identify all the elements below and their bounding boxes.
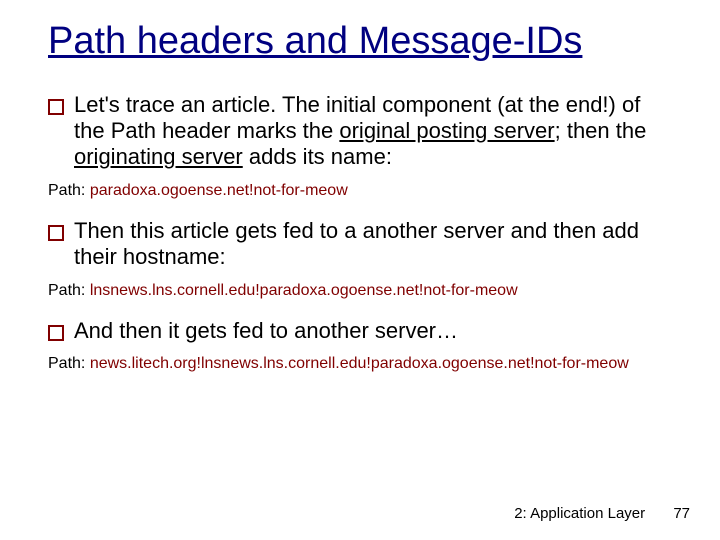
path-value-1: paradoxa.ogoense.net!not-for-meow (90, 182, 348, 199)
bullet-1-mid: ; then the (555, 118, 647, 143)
footer-section: 2: Application Layer (514, 505, 645, 522)
bullet-1-text: Let's trace an article. The initial comp… (74, 92, 672, 171)
bullet-1-u1: original posting server (339, 118, 554, 143)
page-title: Path headers and Message-IDs (48, 20, 672, 64)
path-line-2: Path: lnsnews.lns.cornell.edu!paradoxa.o… (48, 281, 672, 300)
bullet-1-post: adds its name: (243, 144, 392, 169)
path-value-3: news.litech.org!lnsnews.lns.cornell.edu!… (90, 355, 629, 372)
path-label-1: Path: (48, 182, 90, 199)
path-line-3: Path: news.litech.org!lnsnews.lns.cornel… (48, 354, 672, 373)
bullet-icon (48, 325, 64, 341)
slide: Path headers and Message-IDs Let's trace… (0, 0, 720, 540)
bullet-1: Let's trace an article. The initial comp… (48, 92, 672, 171)
footer: 2: Application Layer 77 (514, 505, 690, 522)
path-line-1: Path: paradoxa.ogoense.net!not-for-meow (48, 181, 672, 200)
footer-page: 77 (673, 505, 690, 522)
bullet-2-text: Then this article gets fed to a another … (74, 218, 672, 271)
path-label-3: Path: (48, 355, 90, 372)
path-label-2: Path: (48, 282, 90, 299)
bullet-3: And then it gets fed to another server… (48, 318, 672, 344)
bullet-icon (48, 225, 64, 241)
bullet-icon (48, 99, 64, 115)
bullet-1-u2: originating server (74, 144, 243, 169)
path-value-2: lnsnews.lns.cornell.edu!paradoxa.ogoense… (90, 282, 518, 299)
bullet-3-text: And then it gets fed to another server… (74, 318, 458, 344)
bullet-2: Then this article gets fed to a another … (48, 218, 672, 271)
